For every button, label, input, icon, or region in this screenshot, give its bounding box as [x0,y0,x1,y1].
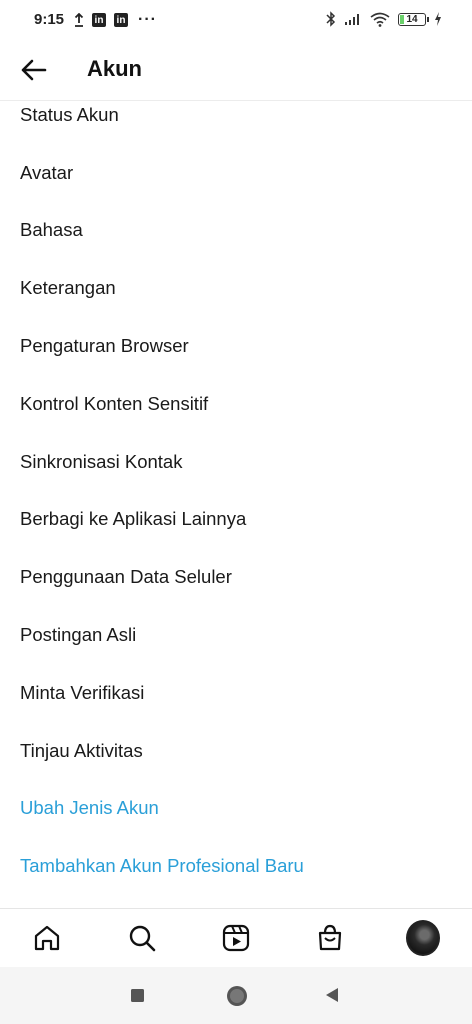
link-ubah-jenis-akun[interactable]: Ubah Jenis Akun [0,780,472,838]
menu-item-bahasa[interactable]: Bahasa [0,202,472,260]
home-circle-icon[interactable] [225,984,249,1008]
battery-level: 14 [406,13,418,25]
menu-item-tinjau-aktivitas[interactable]: Tinjau Aktivitas [0,722,472,780]
menu-item-kontrol-konten-sensitif[interactable]: Kontrol Konten Sensitif [0,375,472,433]
menu-item-berbagi-aplikasi[interactable]: Berbagi ke Aplikasi Lainnya [0,491,472,549]
profile-avatar [406,920,440,956]
linkedin-icon: in [114,13,128,27]
charging-icon [435,12,441,26]
menu-item-sinkronisasi-kontak[interactable]: Sinkronisasi Kontak [0,433,472,491]
status-time: 9:15 [34,11,65,28]
menu-item-minta-verifikasi[interactable]: Minta Verifikasi [0,664,472,722]
nav-home[interactable] [30,921,64,955]
status-right-icons: 14 [326,11,442,27]
menu-item-postingan-asli[interactable]: Postingan Asli [0,606,472,664]
upload-icon [74,13,84,27]
more-notifications-icon: ··· [138,11,157,28]
link-tambah-akun-profesional[interactable]: Tambahkan Akun Profesional Baru [0,837,472,895]
nav-search[interactable] [125,921,159,955]
nav-shop[interactable] [313,921,347,955]
system-navigation-bar [0,967,472,1024]
menu-item-status-akun[interactable]: Status Akun [0,86,472,144]
status-bar: 9:15 in in ··· 14 [0,0,472,40]
page-title: Akun [87,56,142,81]
menu-item-pengaturan-browser[interactable]: Pengaturan Browser [0,317,472,375]
home-icon [34,925,60,951]
shop-icon [318,924,342,951]
status-left-icons: in in ··· [74,11,157,29]
menu-item-penggunaan-data[interactable]: Penggunaan Data Seluler [0,548,472,606]
back-arrow-icon[interactable] [18,54,50,86]
nav-reels[interactable] [219,921,253,955]
signal-icon [345,14,359,25]
bluetooth-icon [326,11,336,27]
bottom-navigation [0,908,472,967]
recents-icon[interactable] [130,988,145,1003]
linkedin-icon: in [92,13,106,27]
menu-item-avatar[interactable]: Avatar [0,144,472,202]
search-icon [129,925,156,952]
menu-item-keterangan[interactable]: Keterangan [0,259,472,317]
wifi-icon [370,12,390,27]
nav-profile[interactable] [406,920,440,956]
account-settings-list: Status Akun Avatar Bahasa Keterangan Pen… [0,86,472,895]
reels-icon [222,924,250,952]
back-triangle-icon[interactable] [323,986,341,1004]
battery-icon: 14 [398,12,429,26]
